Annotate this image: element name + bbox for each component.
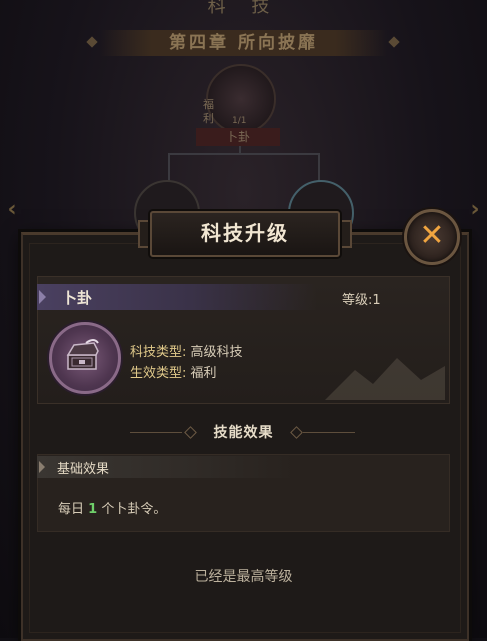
- tech-node-count: 1/1: [232, 116, 247, 126]
- tech-level-value: 1: [372, 293, 381, 308]
- tech-type-label: 科技类型:: [130, 345, 187, 360]
- effect-type-row: 生效类型: 福利: [130, 362, 217, 381]
- base-effect-title: 基础效果: [57, 462, 110, 477]
- chapter-banner: 第四章 所向披靡: [100, 30, 387, 56]
- effect-type-value: 福利: [190, 366, 217, 381]
- tech-type-value: 高级科技: [190, 345, 243, 360]
- base-effect-prefix: 每日: [58, 502, 85, 517]
- effect-type-label: 生效类型:: [130, 366, 187, 381]
- max-level-status: 已经是最高等级: [194, 569, 293, 585]
- skill-effect-header: 技能效果: [100, 422, 387, 442]
- close-icon: ✕: [419, 218, 445, 253]
- dialog-title: 科技升级: [201, 221, 289, 245]
- tech-name: 卜卦: [62, 289, 93, 307]
- base-effect-number: 1: [88, 502, 98, 517]
- close-button[interactable]: ✕: [404, 209, 460, 265]
- tree-connector: [318, 153, 320, 181]
- tech-node-side-label: 福利: [203, 98, 214, 125]
- skill-effect-title: 技能效果: [213, 425, 274, 441]
- dialog-title-plate: 科技升级: [150, 211, 340, 257]
- tech-node-name: 卜卦: [196, 128, 280, 146]
- screen-title: 科 技: [207, 0, 280, 17]
- tech-level-label: 等级:: [342, 293, 373, 308]
- tree-connector: [168, 153, 170, 181]
- prev-page-arrow-icon[interactable]: ‹: [0, 190, 24, 230]
- tree-connector: [168, 153, 320, 155]
- tech-type-row: 科技类型: 高级科技: [130, 341, 243, 360]
- next-page-arrow-icon[interactable]: ›: [463, 190, 487, 230]
- tech-level: 等级:1: [342, 289, 381, 308]
- name-bar-arrow-icon: [39, 290, 46, 304]
- base-effect-description: 每日 1 个卜卦令。: [58, 498, 166, 517]
- mountain-decoration-icon: [325, 358, 445, 400]
- treasure-chest-icon: [49, 322, 121, 394]
- base-effect-arrow-icon: [39, 461, 45, 473]
- base-effect-suffix: 个卜卦令。: [101, 502, 167, 517]
